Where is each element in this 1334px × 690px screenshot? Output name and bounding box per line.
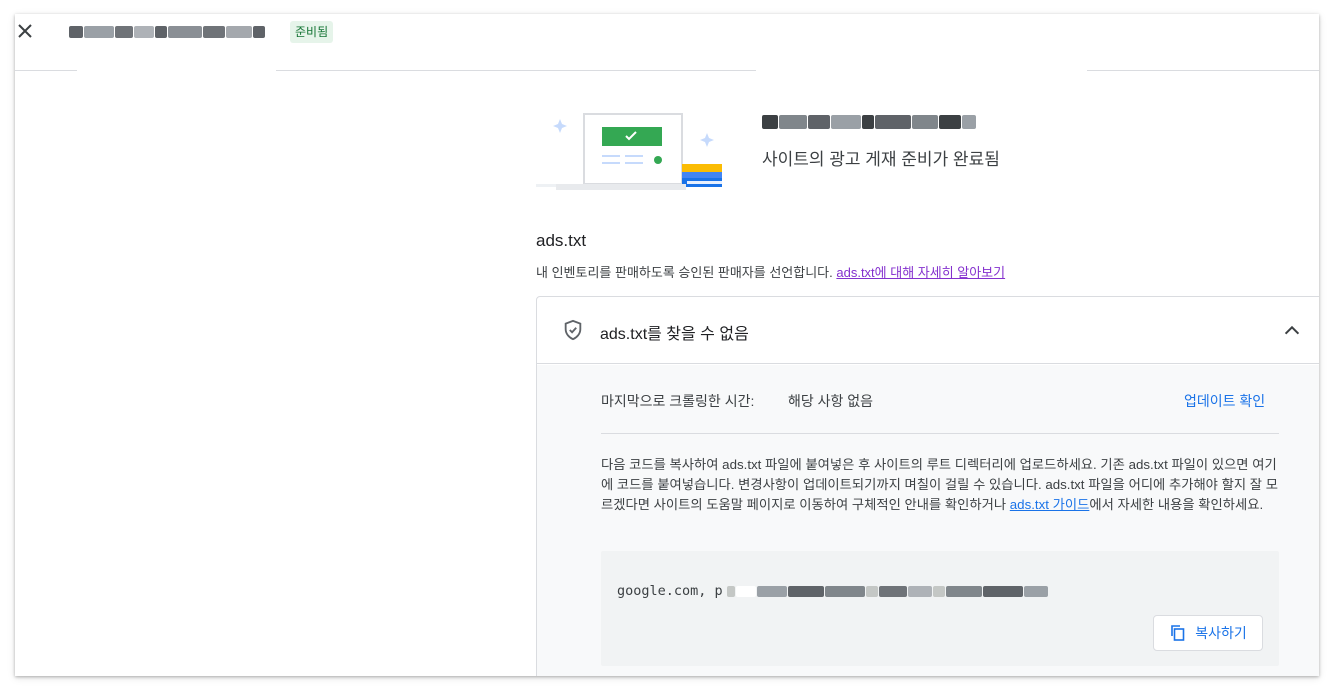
code-snippet-box: google.com, p 복사하기 bbox=[601, 551, 1279, 666]
last-crawled-label: 마지막으로 크롤링한 시간: bbox=[601, 393, 755, 409]
hero-site-name-redacted bbox=[762, 112, 1012, 132]
code-snippet: google.com, p bbox=[617, 583, 1048, 599]
section-description: 내 인벤토리를 판매하도록 승인된 판매자를 선언합니다. ads.txt에 대… bbox=[536, 262, 1005, 281]
close-icon bbox=[18, 24, 32, 38]
status-badge: 준비됨 bbox=[290, 21, 334, 43]
site-details-dialog: 준비됨 사이트의 광고 게재 준비가 완료됨 ads.txt 내 인벤토리를 판… bbox=[15, 14, 1319, 676]
redaction-mask bbox=[756, 14, 1087, 71]
panel-title: ads.txt를 찾을 수 없음 bbox=[600, 326, 749, 343]
divider bbox=[601, 433, 1279, 434]
ads-txt-guide-link[interactable]: ads.txt 가이드 bbox=[1010, 497, 1090, 512]
section-title: ads.txt bbox=[536, 231, 587, 250]
redaction-mask bbox=[77, 41, 276, 71]
code-redacted bbox=[726, 584, 1048, 598]
instructions-tail: 에서 자세한 내용을 확인하세요. bbox=[1089, 497, 1264, 512]
site-name-redacted bbox=[69, 23, 265, 41]
copy-button-label: 복사하기 bbox=[1195, 625, 1247, 641]
ads-txt-panel: ads.txt를 찾을 수 없음 마지막으로 크롤링한 시간: 해당 사항 없음… bbox=[536, 296, 1319, 676]
check-update-link[interactable]: 업데이트 확인 bbox=[1184, 391, 1265, 411]
code-prefix: google.com, p bbox=[617, 583, 723, 599]
ads-txt-panel-header[interactable]: ads.txt를 찾을 수 없음 bbox=[537, 297, 1319, 364]
copy-icon bbox=[1171, 625, 1185, 641]
learn-more-link[interactable]: ads.txt에 대해 자세히 알아보기 bbox=[836, 265, 1005, 280]
last-crawled-value: 해당 사항 없음 bbox=[788, 393, 874, 409]
instructions-text: 다음 코드를 복사하여 ads.txt 파일에 붙여넣은 후 사이트의 루트 디… bbox=[601, 455, 1279, 515]
shield-check-icon bbox=[564, 319, 582, 341]
chevron-up-icon[interactable] bbox=[1281, 319, 1303, 341]
dialog-header: 준비됨 bbox=[15, 14, 1319, 71]
hero-subtitle: 사이트의 광고 게재 준비가 완료됨 bbox=[762, 150, 1000, 169]
ads-txt-panel-body: 마지막으로 크롤링한 시간: 해당 사항 없음 업데이트 확인 다음 코드를 복… bbox=[537, 365, 1319, 676]
close-button[interactable] bbox=[15, 21, 35, 41]
section-description-text: 내 인벤토리를 판매하도록 승인된 판매자를 선언합니다. bbox=[536, 265, 837, 280]
copy-button[interactable]: 복사하기 bbox=[1153, 615, 1263, 651]
site-ready-illustration bbox=[536, 113, 722, 190]
